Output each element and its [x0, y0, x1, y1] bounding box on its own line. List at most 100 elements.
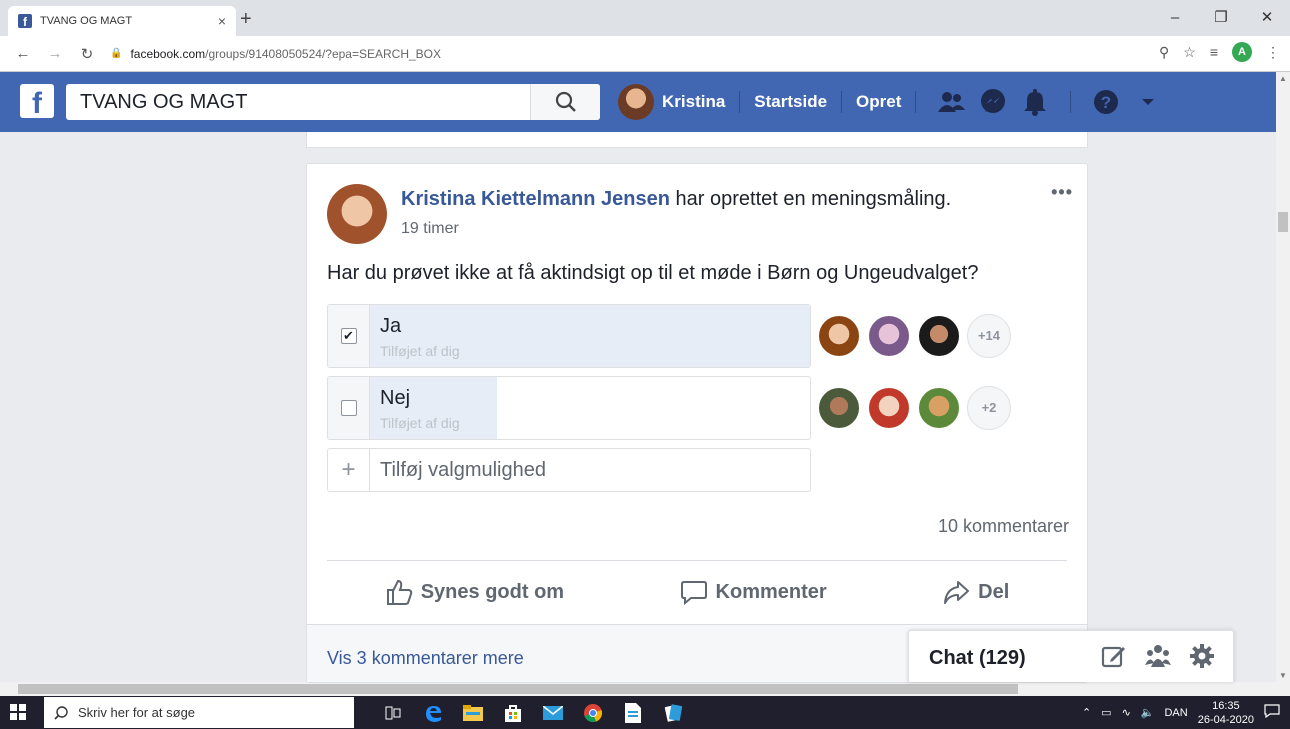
post-options-icon[interactable]: ••• — [1051, 182, 1073, 203]
messenger-icon[interactable] — [972, 84, 1014, 120]
add-option-input[interactable] — [370, 458, 790, 482]
windows-start-icon[interactable] — [10, 704, 26, 725]
volume-icon[interactable]: 🔈 — [1141, 706, 1155, 719]
poll-voters-nej[interactable]: +2 — [817, 386, 1011, 430]
scrollbar-thumb[interactable] — [18, 684, 1018, 694]
clock-time: 16:35 — [1212, 699, 1240, 712]
home-link[interactable]: Startside — [754, 92, 827, 112]
menu-kebab-icon[interactable]: ⋮ — [1266, 44, 1280, 61]
mail-icon[interactable] — [540, 700, 566, 726]
close-window-icon[interactable]: ✕ — [1244, 0, 1290, 36]
like-label: Synes godt om — [420, 580, 565, 603]
scrollbar-thumb[interactable] — [1278, 212, 1288, 232]
vertical-scrollbar[interactable]: ▲ ▼ — [1276, 72, 1290, 682]
comment-button[interactable]: Kommenter — [680, 578, 827, 606]
poll-option-label: Ja — [380, 315, 402, 337]
search-input[interactable] — [66, 90, 526, 114]
back-icon[interactable]: ← — [14, 45, 32, 62]
taskbar-search[interactable]: Skriv her for at søge — [44, 697, 354, 728]
search-box — [66, 84, 600, 120]
friend-requests-icon[interactable] — [930, 84, 972, 120]
file-explorer-icon[interactable] — [460, 700, 486, 726]
poll-voters-ja[interactable]: +14 — [817, 314, 1011, 358]
share-button[interactable]: Del — [942, 578, 1009, 606]
notifications-bell-icon[interactable] — [1014, 84, 1056, 120]
wifi-icon[interactable]: ∿ — [1122, 706, 1131, 719]
language-indicator[interactable]: DAN — [1164, 707, 1187, 719]
forward-icon[interactable]: → — [46, 45, 64, 62]
thumbs-up-icon — [386, 579, 412, 605]
divider — [739, 91, 741, 113]
voter-avatar[interactable] — [917, 386, 961, 430]
address-bar: ← → ↻ 🔒 facebook.com/groups/91408050524/… — [0, 36, 1290, 72]
document-app-icon[interactable] — [620, 700, 646, 726]
comments-count-link[interactable]: 10 kommentarer — [938, 516, 1069, 537]
search-button[interactable] — [530, 84, 600, 120]
author-link[interactable]: Kristina Kiettelmann Jensen — [401, 188, 670, 210]
comment-label: Kommenter — [715, 580, 827, 603]
solitaire-icon[interactable] — [660, 700, 686, 726]
poll-checkbox[interactable]: ✔ — [340, 328, 357, 344]
horizontal-scrollbar[interactable] — [0, 682, 1290, 696]
url-field[interactable]: 🔒 facebook.com/groups/91408050524/?epa=S… — [110, 47, 441, 61]
chat-settings-gear-icon[interactable] — [1189, 643, 1215, 674]
notifications-center-icon[interactable] — [1264, 704, 1280, 721]
view-more-comments-link[interactable]: Vis 3 kommentarer mere — [327, 648, 524, 669]
help-icon[interactable]: ? — [1085, 84, 1127, 120]
chevron-up-icon[interactable]: ⌃ — [1082, 706, 1091, 719]
previous-post-card — [306, 132, 1088, 148]
chat-label[interactable]: Chat (129) — [929, 647, 1026, 670]
profile-avatar[interactable]: A — [1232, 42, 1252, 62]
clock[interactable]: 16:35 26-04-2020 — [1198, 699, 1254, 727]
like-button[interactable]: Synes godt om — [385, 578, 564, 606]
chrome-icon[interactable] — [580, 700, 606, 726]
edge-browser-icon[interactable] — [420, 700, 446, 726]
search-icon — [555, 91, 576, 112]
divider — [915, 91, 917, 113]
facebook-favicon-icon: f — [18, 14, 32, 28]
window-controls: – ❐ ✕ — [1152, 0, 1290, 36]
battery-icon[interactable]: ▭ — [1101, 706, 1111, 719]
account-menu-chevron-icon[interactable] — [1127, 84, 1169, 120]
svg-text:?: ? — [1101, 93, 1111, 112]
post-timestamp[interactable]: 19 timer — [401, 220, 459, 238]
reload-icon[interactable]: ↻ — [78, 45, 96, 63]
avatar[interactable] — [618, 84, 654, 120]
share-arrow-icon — [944, 581, 970, 604]
scroll-down-icon[interactable]: ▼ — [1279, 671, 1287, 680]
create-link[interactable]: Opret — [856, 92, 901, 112]
minimize-icon[interactable]: – — [1152, 0, 1198, 36]
author-avatar[interactable] — [327, 184, 387, 244]
divider — [841, 91, 843, 113]
zoom-icon[interactable]: ⚲ — [1159, 44, 1169, 61]
voter-avatar[interactable] — [817, 386, 861, 430]
new-message-icon[interactable] — [1101, 643, 1127, 674]
task-view-icon[interactable] — [380, 700, 406, 726]
voter-avatar[interactable] — [867, 314, 911, 358]
chat-bar[interactable]: Chat (129) — [908, 630, 1234, 682]
new-tab-button[interactable]: + — [240, 8, 252, 31]
facebook-logo[interactable]: f — [20, 84, 54, 118]
profile-link[interactable]: Kristina — [662, 92, 725, 112]
more-voters-badge[interactable]: +2 — [967, 386, 1011, 430]
close-tab-icon[interactable]: × — [218, 13, 226, 29]
poll-checkbox[interactable] — [340, 400, 357, 416]
url-host: facebook.com — [130, 46, 206, 61]
facebook-header: f Kristina Startside Opret ? — [0, 72, 1276, 132]
voter-avatar[interactable] — [867, 386, 911, 430]
voter-avatar[interactable] — [817, 314, 861, 358]
restore-icon[interactable]: ❐ — [1198, 0, 1244, 36]
lock-icon: 🔒 — [110, 48, 123, 59]
reading-list-icon[interactable]: ≡ — [1210, 44, 1218, 60]
voter-avatar[interactable] — [917, 314, 961, 358]
poll-option-ja[interactable]: ✔ Ja Tilføjet af dig — [327, 304, 811, 368]
scroll-up-icon[interactable]: ▲ — [1279, 74, 1287, 83]
share-label: Del — [978, 580, 1010, 603]
poll-option-nej[interactable]: Nej Tilføjet af dig — [327, 376, 811, 440]
create-group-icon[interactable] — [1145, 643, 1171, 674]
store-icon[interactable] — [500, 700, 526, 726]
bookmark-star-icon[interactable]: ☆ — [1183, 44, 1196, 61]
more-voters-badge[interactable]: +14 — [967, 314, 1011, 358]
browser-tab[interactable]: f TVANG OG MAGT × — [8, 6, 236, 36]
poll-checkbox-cell: ✔ — [328, 305, 370, 367]
